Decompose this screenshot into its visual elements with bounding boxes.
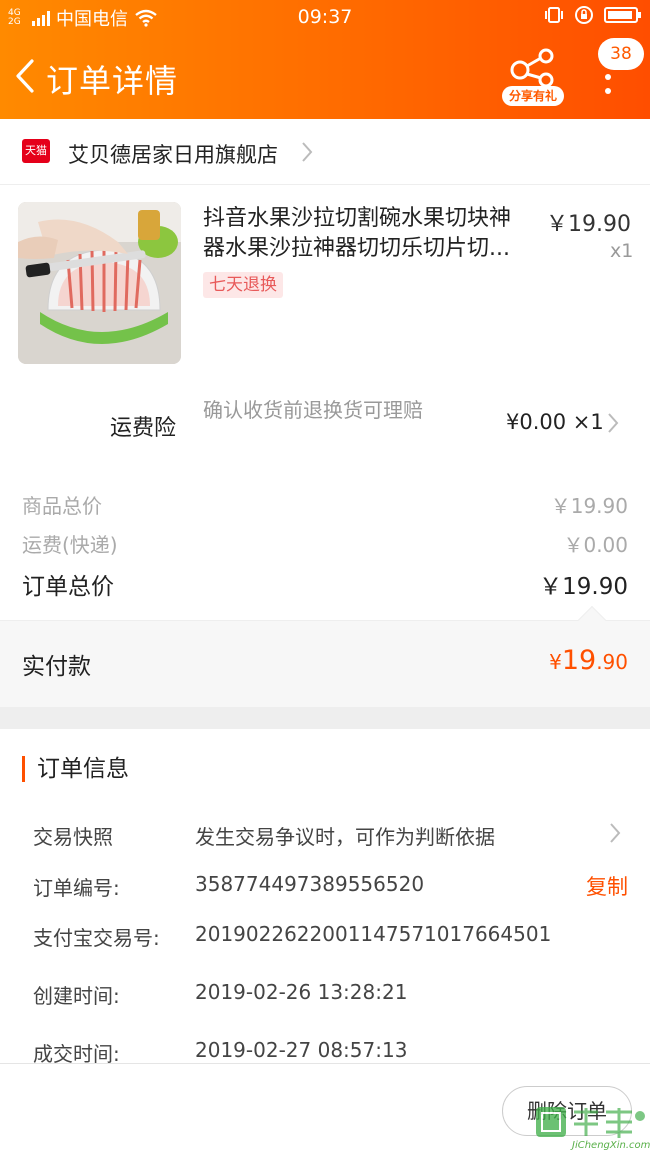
more-dot-icon — [605, 88, 611, 94]
deal-time-value: 2019-02-27 08:57:13 — [195, 1038, 408, 1062]
status-right — [544, 5, 641, 25]
paid-amount-section: 实付款 ¥19.90 — [0, 605, 650, 707]
order-info-title: 订单信息 — [22, 756, 129, 782]
copy-button[interactable]: 复制 — [586, 871, 628, 901]
status-bar: 4G 2G 中国电信 09:37 — [0, 0, 650, 34]
insurance-price: ¥0.00 ×1 — [506, 410, 604, 434]
snapshot-label: 交易快照 — [33, 825, 113, 849]
share-label: 分享有礼 — [502, 86, 564, 106]
paid-currency: ¥ — [549, 650, 562, 674]
more-dot-icon — [605, 74, 611, 80]
watermark-text: JiChengXin.com — [572, 1140, 650, 1151]
order-total-value: ￥19.90 — [539, 574, 628, 600]
tmall-icon: 天猫 — [22, 139, 50, 163]
paid-label: 实付款 — [22, 654, 91, 680]
shipping-fee-value: ￥0.00 — [563, 533, 628, 557]
paid-amount: ¥19.90 — [549, 645, 628, 676]
paid-integer: 19 — [561, 645, 597, 676]
product-image — [18, 202, 181, 364]
header-bar: 4G 2G 中国电信 09:37 订单详情 分享有礼 38 — [0, 0, 650, 119]
section-divider — [0, 707, 650, 729]
order-number-label: 订单编号: — [33, 876, 120, 900]
chevron-left-icon[interactable] — [12, 58, 42, 94]
shop-row[interactable]: 天猫 艾贝德居家日用旗舰店 — [0, 119, 650, 185]
alipay-number-value: 2019022622001147571017664501 — [195, 922, 552, 946]
message-count-badge[interactable]: 38 — [598, 38, 644, 70]
product-price: ￥19.90 — [546, 212, 631, 237]
insurance-label: 运费险 — [110, 416, 177, 441]
order-total-row: 订单总价 ￥19.90 — [22, 567, 628, 601]
share-button[interactable]: 分享有礼 — [500, 44, 566, 108]
shop-name: 艾贝德居家日用旗舰店 — [68, 143, 278, 167]
battery-icon — [604, 7, 641, 23]
product-item[interactable]: 抖音水果沙拉切割碗水果切块神器水果沙拉神器切切乐切片切... ￥19.90 x1… — [0, 186, 650, 376]
product-quantity: x1 — [610, 240, 634, 262]
created-time-value: 2019-02-26 13:28:21 — [195, 980, 408, 1004]
snapshot-value[interactable]: 发生交易争议时，可作为判断依据 — [195, 821, 495, 850]
goods-total-value: ￥19.90 — [550, 494, 628, 518]
shipping-fee-row: 运费(快递) ￥0.00 — [22, 529, 628, 558]
insurance-description: 确认收货前退换货可理赔 — [203, 398, 423, 422]
share-icon — [510, 48, 554, 88]
product-title: 抖音水果沙拉切割碗水果切块神器水果沙拉神器切切乐切片切... — [203, 206, 512, 261]
vibrate-icon — [545, 7, 563, 23]
chevron-right-icon — [302, 142, 313, 162]
chevron-right-icon — [608, 413, 619, 433]
order-number-value: 358774497389556520 — [195, 872, 425, 896]
order-total-label: 订单总价 — [22, 574, 114, 600]
created-time-label: 创建时间: — [33, 984, 120, 1008]
return-policy-tag: 七天退换 — [203, 272, 283, 298]
alipay-number-label: 支付宝交易号: — [33, 926, 160, 950]
notch-decoration — [577, 605, 607, 635]
shipping-fee-label: 运费(快递) — [22, 533, 118, 557]
goods-total-label: 商品总价 — [22, 494, 102, 518]
shipping-insurance-row[interactable]: 运费险 确认收货前退换货可理赔 ¥0.00 ×1 — [0, 386, 650, 466]
page-title: 订单详情 — [46, 62, 179, 100]
goods-total-row: 商品总价 ￥19.90 — [22, 490, 628, 519]
rotation-lock-icon — [575, 6, 593, 24]
chevron-right-icon[interactable] — [608, 822, 622, 844]
paid-decimal: .90 — [596, 650, 628, 674]
